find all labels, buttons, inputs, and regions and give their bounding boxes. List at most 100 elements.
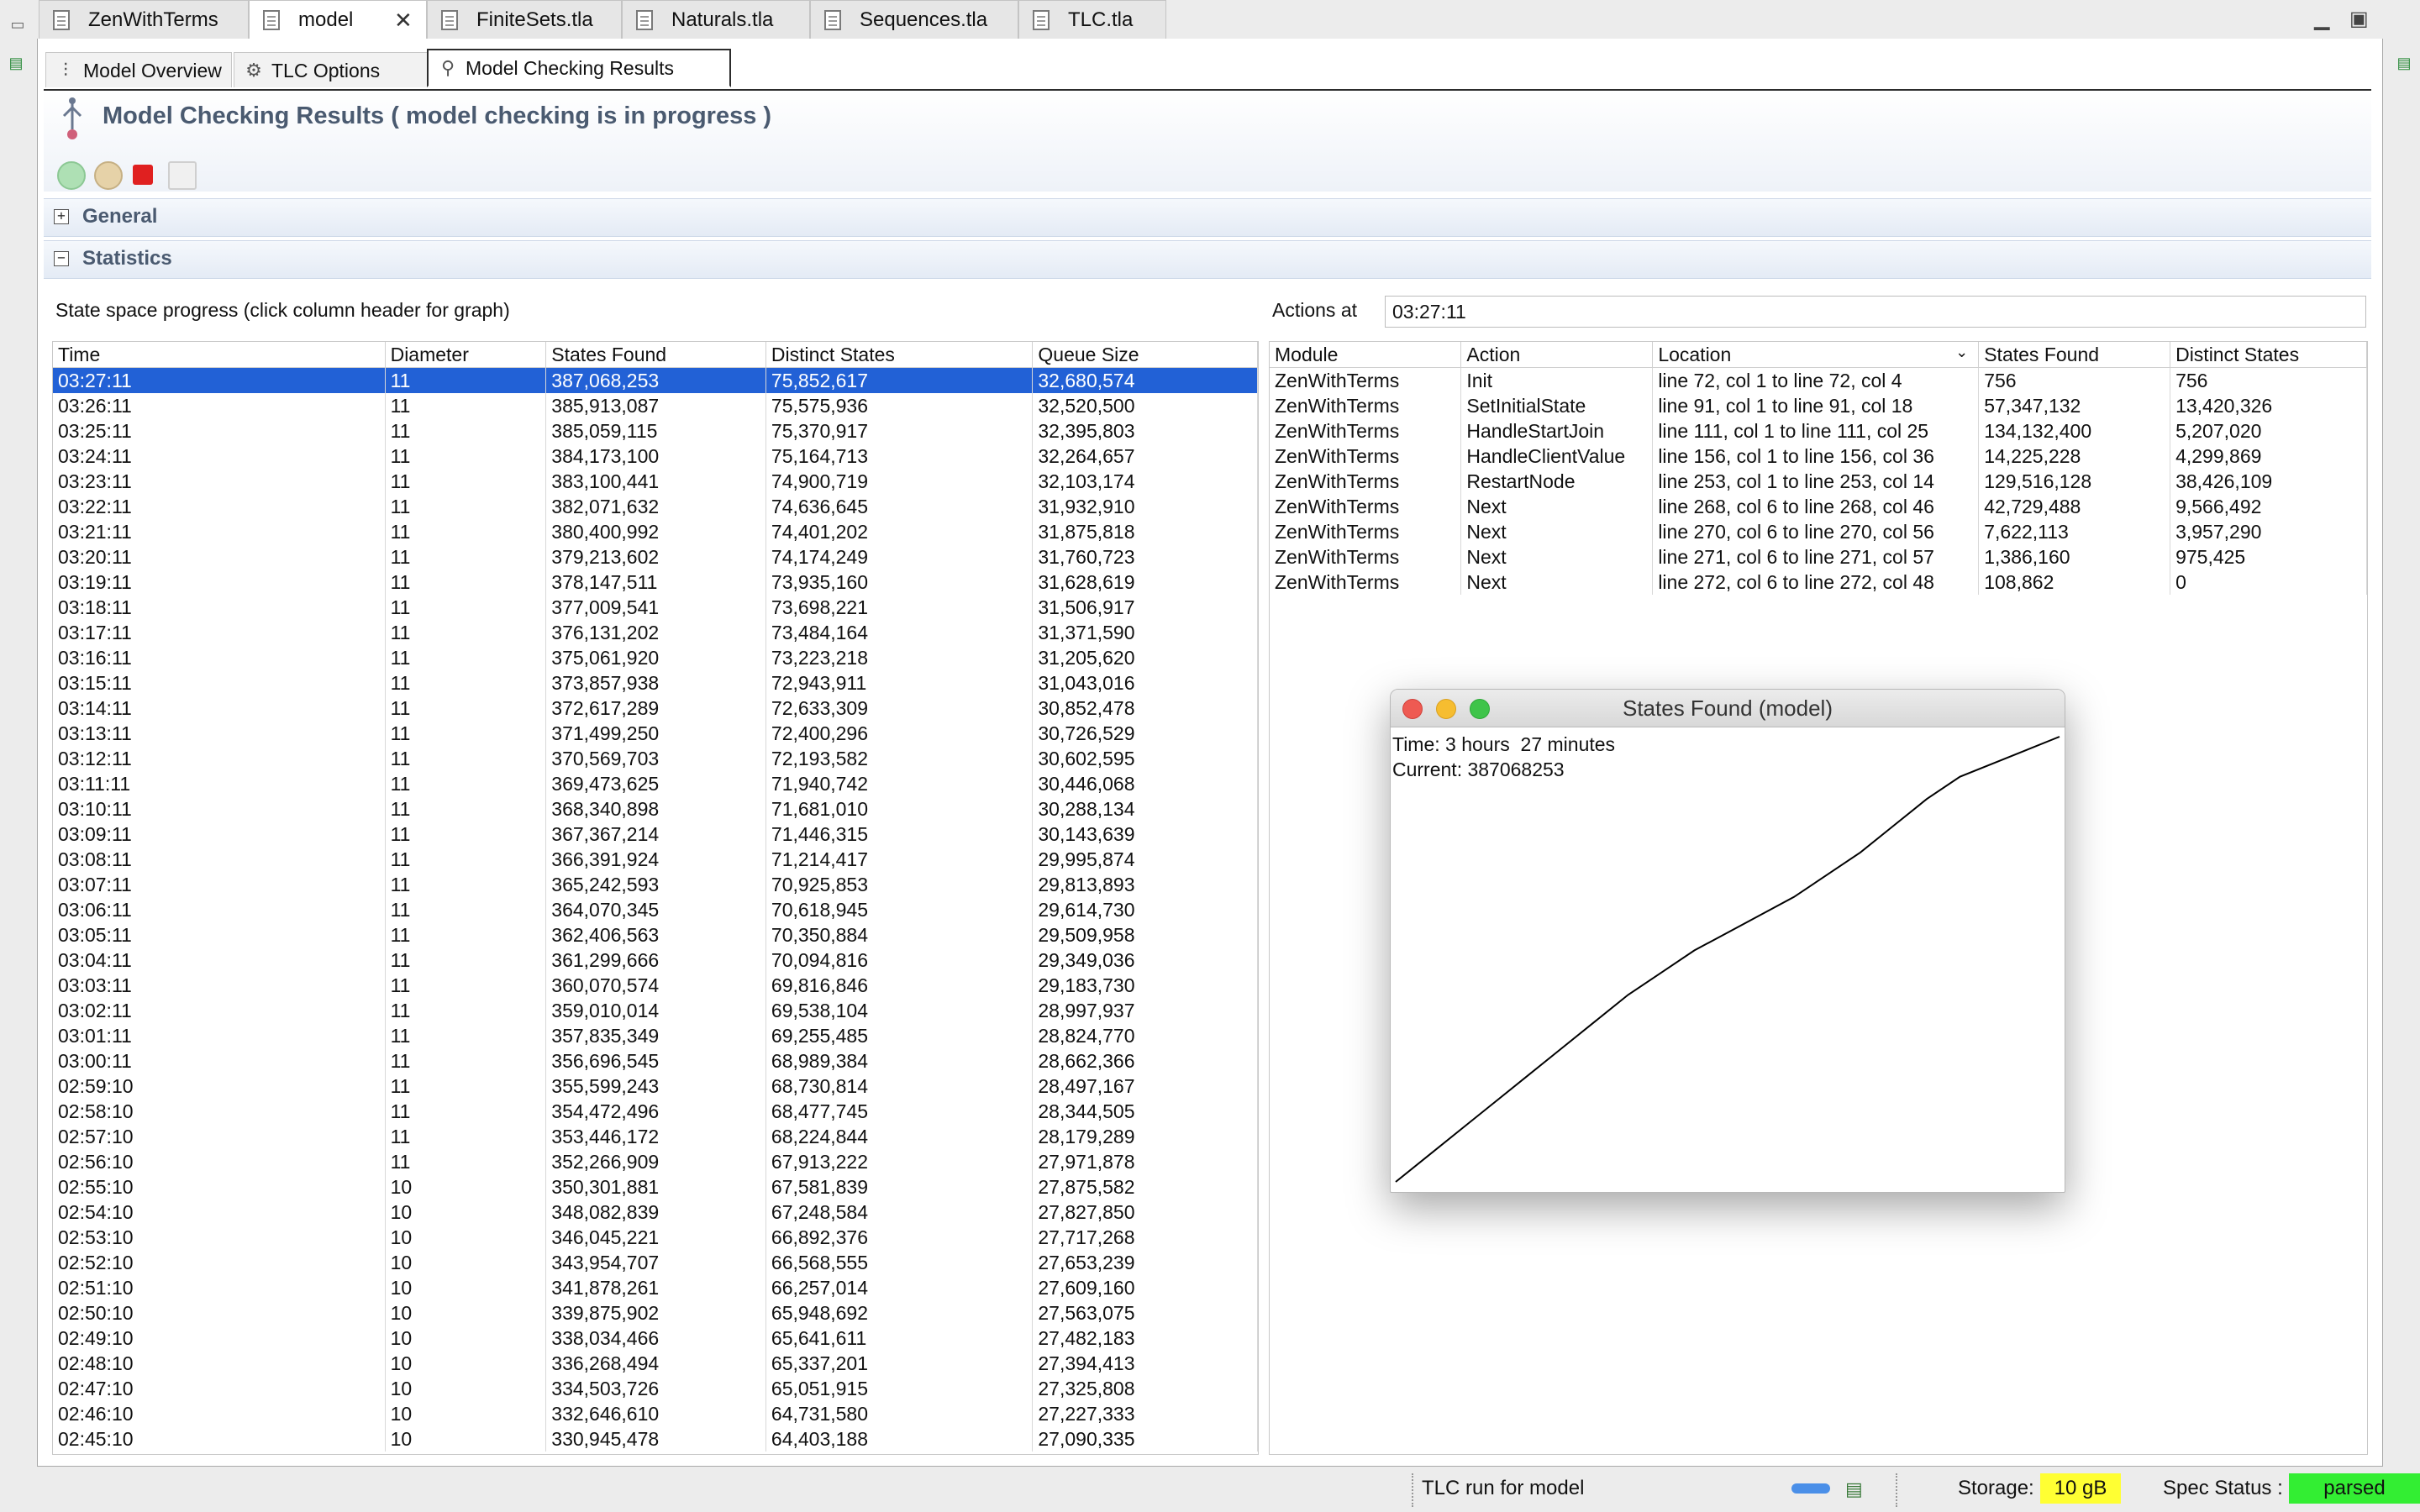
minimized-view-icon[interactable]: ▤ [7,54,25,72]
cell-action: Init [1460,367,1654,393]
progress-row[interactable]: 03:16:11 11 375,061,920 73,223,218 31,205,62… [53,645,1258,670]
minimize-icon[interactable]: ▁ [2314,7,2329,31]
sort-chevron-icon[interactable]: ⌄ [1955,344,1968,361]
cell-distinct-states: 66,892,376 [765,1225,1034,1250]
progress-row[interactable]: 03:27:11 11 387,068,253 75,852,617 32,680,57… [53,367,1258,393]
progress-row[interactable]: 03:19:11 11 378,147,511 73,935,160 31,628,61… [53,570,1258,595]
progress-row[interactable]: 02:53:10 10 346,045,221 66,892,376 27,717,26… [53,1225,1258,1250]
action-row[interactable]: ZenWithTerms Next line 271, col 6 to line … [1270,544,2367,570]
progress-row[interactable]: 03:23:11 11 383,100,441 74,900,719 32,103,17… [53,469,1258,494]
progress-row[interactable]: 03:22:11 11 382,071,632 74,636,645 31,932,91… [53,494,1258,519]
progress-row[interactable]: 03:12:11 11 370,569,703 72,193,582 30,602,59… [53,746,1258,771]
action-row[interactable]: ZenWithTerms HandleClientValue line 156, c… [1270,444,2367,469]
column-header-location[interactable]: Location ⌄ [1652,342,1980,368]
actions-time-field[interactable]: 03:27:11 [1385,296,2366,328]
general-section-header[interactable]: + General [44,198,2371,237]
graph-titlebar[interactable]: States Found (model) [1391,690,2065,727]
progress-row[interactable]: 03:26:11 11 385,913,087 75,575,936 32,520,50… [53,393,1258,418]
restore-icon[interactable]: ▭ [8,15,27,34]
progress-row[interactable]: 02:52:10 10 343,954,707 66,568,555 27,653,23… [53,1250,1258,1275]
progress-row[interactable]: 03:09:11 11 367,367,214 71,446,315 30,143,63… [53,822,1258,847]
action-row[interactable]: ZenWithTerms Next line 268, col 6 to line … [1270,494,2367,519]
tab-model-checking-results[interactable]: ⚲ Model Checking Results [427,49,731,87]
progress-row[interactable]: 03:24:11 11 384,173,100 75,164,713 32,264,65… [53,444,1258,469]
editor-tab-zenwithterms[interactable]: ZenWithTerms [39,0,249,39]
progress-row[interactable]: 02:45:10 10 330,945,478 64,403,188 27,090,33… [53,1426,1258,1452]
progress-row[interactable]: 03:20:11 11 379,213,602 74,174,249 31,760,72… [53,544,1258,570]
editor-tab-sequences[interactable]: Sequences.tla [810,0,1018,39]
progress-row[interactable]: 02:55:10 10 350,301,881 67,581,839 27,875,58… [53,1174,1258,1200]
cell-queue-size: 32,395,803 [1032,418,1258,444]
tab-model-overview[interactable]: ⫶ Model Overview [45,52,232,87]
cell-states-found: 357,835,349 [545,1023,766,1048]
progress-row[interactable]: 03:15:11 11 373,857,938 72,943,911 31,043,01… [53,670,1258,696]
progress-row[interactable]: 02:51:10 10 341,878,261 66,257,014 27,609,16… [53,1275,1258,1300]
progress-row[interactable]: 03:06:11 11 364,070,345 70,618,945 29,614,73… [53,897,1258,922]
expand-icon[interactable]: + [54,209,69,224]
progress-row[interactable]: 03:13:11 11 371,499,250 72,400,296 30,726,52… [53,721,1258,746]
cell-distinct-states: 67,581,839 [765,1174,1034,1200]
copy-icon[interactable] [168,161,197,190]
action-row[interactable]: ZenWithTerms RestartNode line 253, col 1 t… [1270,469,2367,494]
progress-row[interactable]: 03:25:11 11 385,059,115 75,370,917 32,395,80… [53,418,1258,444]
editor-tab-model[interactable]: model ✕ [249,0,427,39]
progress-row[interactable]: 02:58:10 11 354,472,496 68,477,745 28,344,50… [53,1099,1258,1124]
column-header-diameter[interactable]: Diameter [385,342,547,368]
column-header-action[interactable]: Action [1460,342,1654,368]
action-row[interactable]: ZenWithTerms Init line 72, col 1 to line 7… [1270,367,2367,393]
collapse-icon[interactable]: − [54,251,69,266]
column-header-states-found[interactable]: States Found [545,342,766,368]
editor-tab-tlc[interactable]: TLC.tla [1018,0,1166,39]
progress-row[interactable]: 02:59:10 11 355,599,243 68,730,814 28,497,16… [53,1074,1258,1099]
progress-row[interactable]: 03:05:11 11 362,406,563 70,350,884 29,509,95… [53,922,1258,948]
console-icon[interactable]: ▤ [1845,1478,1863,1500]
progress-row[interactable]: 02:56:10 11 352,266,909 67,913,222 27,971,87… [53,1149,1258,1174]
progress-row[interactable]: 03:17:11 11 376,131,202 73,484,164 31,371,59… [53,620,1258,645]
column-header-distinct-states[interactable]: Distinct States [765,342,1034,368]
close-tab-icon[interactable]: ✕ [394,1,413,39]
statistics-section-header[interactable]: − Statistics [44,240,2371,279]
column-header-time[interactable]: Time [53,342,386,368]
progress-row[interactable]: 03:04:11 11 361,299,666 70,094,816 29,349,03… [53,948,1258,973]
cell-diameter: 11 [385,796,547,822]
progress-row[interactable]: 03:01:11 11 357,835,349 69,255,485 28,824,77… [53,1023,1258,1048]
tab-label: Model Overview [83,60,222,81]
cell-time: 03:02:11 [53,998,386,1023]
cell-queue-size: 31,043,016 [1032,670,1258,696]
run-icon[interactable] [57,161,86,190]
column-header-module[interactable]: Module [1270,342,1462,368]
progress-row[interactable]: 03:14:11 11 372,617,289 72,633,309 30,852,47… [53,696,1258,721]
states-found-graph-window[interactable]: States Found (model) Time: 3 hours 27 mi… [1390,689,2065,1193]
progress-row[interactable]: 02:46:10 10 332,646,610 64,731,580 27,227,33… [53,1401,1258,1426]
minimized-view-icon-right[interactable]: ▤ [2395,54,2413,72]
cell-states-found: 379,213,602 [545,544,766,570]
progress-row[interactable]: 03:11:11 11 369,473,625 71,940,742 30,446,06… [53,771,1258,796]
progress-row[interactable]: 03:10:11 11 368,340,898 71,681,010 30,288,13… [53,796,1258,822]
progress-row[interactable]: 02:57:10 11 353,446,172 68,224,844 28,179,28… [53,1124,1258,1149]
progress-row[interactable]: 02:47:10 10 334,503,726 65,051,915 27,325,80… [53,1376,1258,1401]
progress-row[interactable]: 03:21:11 11 380,400,992 74,401,202 31,875,81… [53,519,1258,544]
progress-row[interactable]: 03:00:11 11 356,696,545 68,989,384 28,662,36… [53,1048,1258,1074]
stop-icon[interactable] [133,165,153,185]
column-header-states-found[interactable]: States Found [1978,342,2171,368]
action-row[interactable]: ZenWithTerms Next line 272, col 6 to line … [1270,570,2367,595]
progress-row[interactable]: 03:02:11 11 359,010,014 69,538,104 28,997,93… [53,998,1258,1023]
cell-time: 02:54:10 [53,1200,386,1225]
progress-row[interactable]: 02:49:10 10 338,034,466 65,641,611 27,482,18… [53,1326,1258,1351]
validate-icon[interactable] [94,161,123,190]
editor-tab-finitesets[interactable]: FiniteSets.tla [427,0,622,39]
progress-row[interactable]: 02:50:10 10 339,875,902 65,948,692 27,563,07… [53,1300,1258,1326]
action-row[interactable]: ZenWithTerms HandleStartJoin line 111, col… [1270,418,2367,444]
column-header-distinct-states[interactable]: Distinct States [2170,342,2367,368]
progress-row[interactable]: 03:18:11 11 377,009,541 73,698,221 31,506,91… [53,595,1258,620]
maximize-icon[interactable]: ▣ [2349,7,2369,31]
progress-row[interactable]: 03:07:11 11 365,242,593 70,925,853 29,813,89… [53,872,1258,897]
progress-row[interactable]: 03:03:11 11 360,070,574 69,816,846 29,183,73… [53,973,1258,998]
action-row[interactable]: ZenWithTerms SetInitialState line 91, col … [1270,393,2367,418]
action-row[interactable]: ZenWithTerms Next line 270, col 6 to line … [1270,519,2367,544]
column-header-queue-size[interactable]: Queue Size [1032,342,1258,368]
progress-row[interactable]: 02:48:10 10 336,268,494 65,337,201 27,394,41… [53,1351,1258,1376]
progress-row[interactable]: 02:54:10 10 348,082,839 67,248,584 27,827,85… [53,1200,1258,1225]
editor-tab-naturals[interactable]: Naturals.tla [622,0,810,39]
progress-row[interactable]: 03:08:11 11 366,391,924 71,214,417 29,995,87… [53,847,1258,872]
